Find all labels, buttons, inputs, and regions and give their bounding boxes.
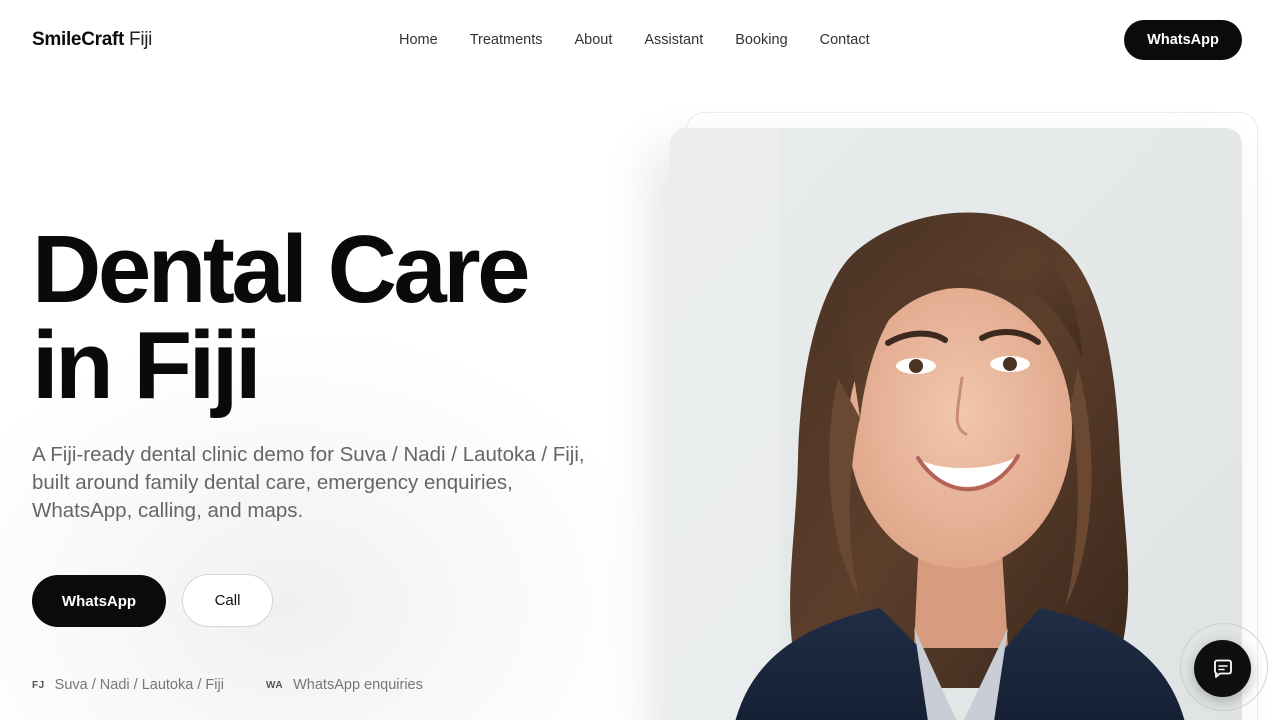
meta-whatsapp: WA WhatsApp enquiries <box>266 677 423 693</box>
chat-bubble-icon <box>1213 659 1232 678</box>
logo-brand: SmileCraft <box>32 29 125 50</box>
meta-location: FJ Suva / Nadi / Lautoka / Fiji <box>32 677 224 693</box>
nav-home[interactable]: Home <box>399 32 438 48</box>
hero-title-line-2: in Fiji <box>32 312 262 419</box>
hero-portrait-photo <box>670 128 1242 720</box>
site-header: SmileCraft Fiji Home Treatments About As… <box>0 0 1274 82</box>
hero-call-button[interactable]: Call <box>182 574 273 627</box>
hero-title: Dental Care in Fiji <box>32 216 531 419</box>
chat-widget-button[interactable] <box>1194 640 1251 697</box>
nav-assistant[interactable]: Assistant <box>644 32 703 48</box>
portrait-illustration <box>670 128 1242 720</box>
meta-whatsapp-text: WhatsApp enquiries <box>293 677 423 693</box>
meta-whatsapp-code: WA <box>266 679 284 691</box>
meta-location-code: FJ <box>32 679 45 691</box>
header-whatsapp-button[interactable]: WhatsApp <box>1124 20 1242 60</box>
hero-whatsapp-button[interactable]: WhatsApp <box>32 575 166 627</box>
hero-title-line-1: Dental Care <box>32 216 531 323</box>
meta-location-text: Suva / Nadi / Lautoka / Fiji <box>54 677 224 693</box>
nav-treatments[interactable]: Treatments <box>470 32 543 48</box>
main-nav: Home Treatments About Assistant Booking … <box>399 32 902 48</box>
logo-location: Fiji <box>129 29 153 50</box>
nav-contact[interactable]: Contact <box>820 32 870 48</box>
site-logo[interactable]: SmileCraft Fiji <box>32 29 152 51</box>
nav-about[interactable]: About <box>574 32 612 48</box>
nav-booking[interactable]: Booking <box>735 32 787 48</box>
hero-subtitle: A Fiji-ready dental clinic demo for Suva… <box>32 443 585 522</box>
